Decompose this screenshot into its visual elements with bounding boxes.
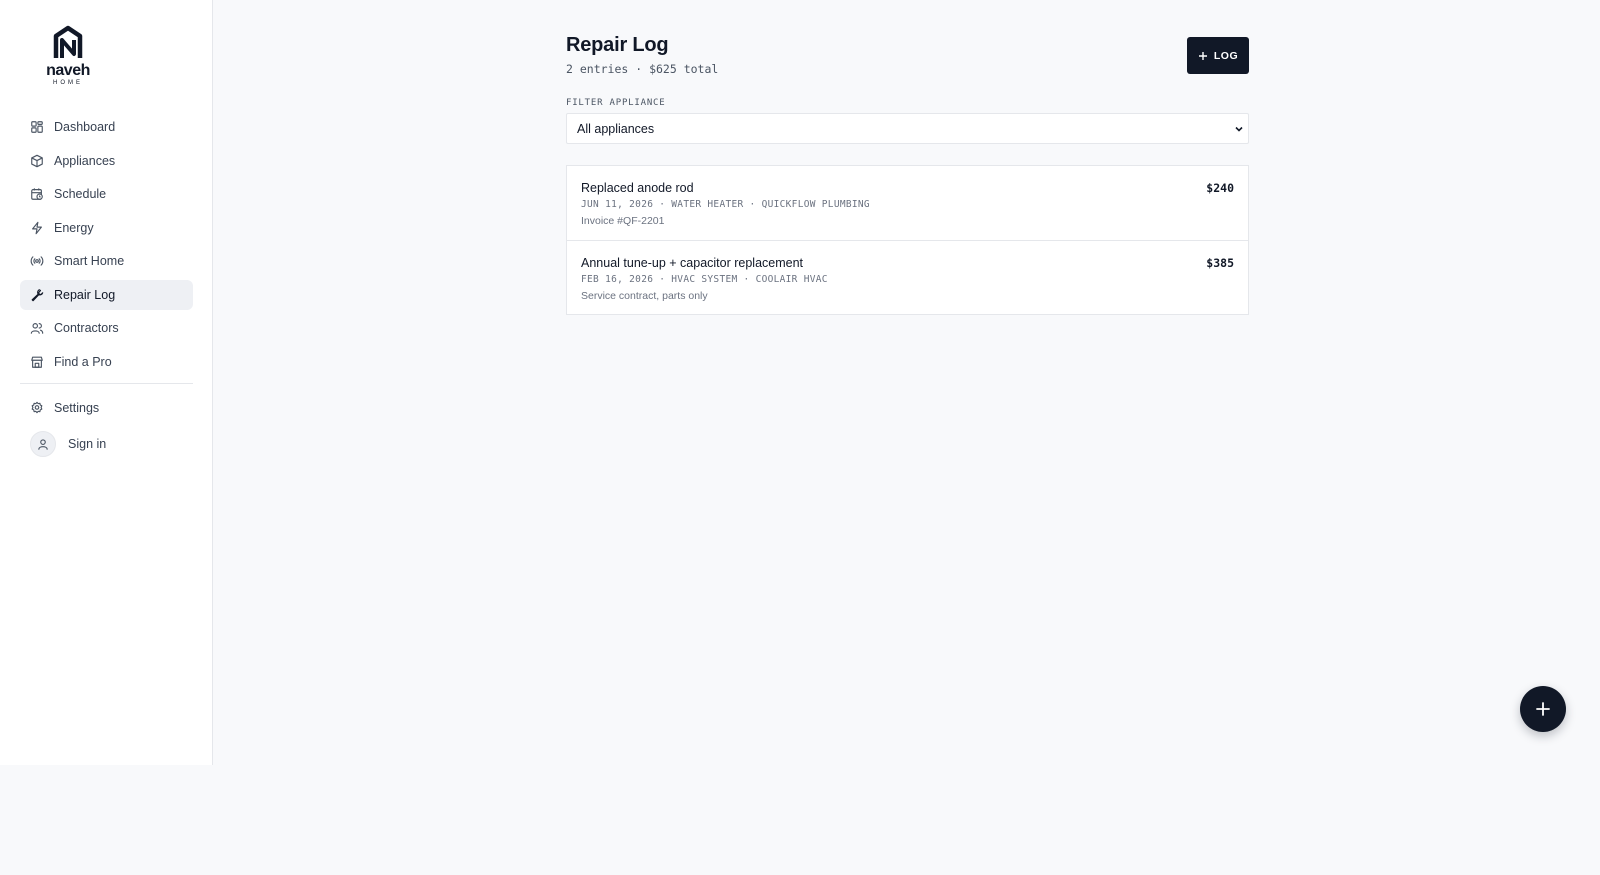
sidebar-item-schedule[interactable]: Schedule [20, 179, 193, 209]
calendar-clock-icon [30, 187, 44, 201]
users-icon [30, 321, 44, 335]
sidebar-item-label: Schedule [54, 187, 107, 201]
add-log-label: LOG [1213, 49, 1239, 62]
entry-amount: $385 [1206, 256, 1234, 270]
entry-note: Service contract, parts only [581, 290, 708, 302]
sidebar-item-dashboard[interactable]: Dashboard [20, 112, 193, 142]
appliance-filter-select[interactable]: All appliances [566, 113, 1249, 144]
brand-name: naveh [46, 62, 90, 79]
sidebar-item-label: Find a Pro [54, 354, 112, 369]
sidebar-item-appliances[interactable]: Appliances [20, 146, 193, 176]
list-item[interactable]: Replaced anode rod JUN 11, 2026 · WATER … [567, 166, 1248, 240]
sidebar-item-smart-home[interactable]: Smart Home [20, 246, 193, 276]
sidebar-nav: Dashboard Appliances Schedule Energy Sma… [20, 112, 193, 462]
sidebar-item-repair-log[interactable]: Repair Log [20, 279, 193, 310]
lightning-icon [30, 221, 44, 235]
entry-note: Invoice #QF-2201 [581, 215, 665, 227]
user-icon [38, 439, 48, 450]
list-item[interactable]: Annual tune-up + capacitor replacement F… [567, 240, 1248, 314]
box-icon [30, 154, 44, 168]
filter-selected-value: All appliances [577, 121, 655, 136]
brand-logo[interactable]: naveh HOME [38, 24, 98, 86]
sidebar-item-label: Repair Log [54, 287, 116, 302]
sidebar-item-energy[interactable]: Energy [20, 213, 193, 243]
entry-title: Annual tune-up + capacitor replacement [581, 256, 804, 270]
plus-icon [1536, 702, 1550, 716]
entry-meta: FEB 16, 2026 · HVAC SYSTEM · COOLAIR HVA… [581, 274, 828, 285]
avatar [30, 431, 56, 457]
brand-tagline: HOME [53, 80, 83, 86]
repair-entry-list: Replaced anode rod JUN 11, 2026 · WATER … [566, 165, 1249, 315]
add-log-button[interactable]: LOG [1187, 37, 1249, 74]
page-subtitle: 2 entries · $625 total [566, 62, 719, 76]
sidebar-item-label: Contractors [54, 321, 119, 335]
chevron-down-icon [1235, 126, 1243, 132]
sidebar: naveh HOME Dashboard Appliances Schedule [0, 0, 213, 765]
sign-in-label: Sign in [68, 437, 107, 451]
sidebar-item-label: Smart Home [54, 254, 125, 268]
sidebar-item-settings[interactable]: Settings [20, 393, 193, 423]
grid-icon [30, 120, 44, 134]
main-content: Repair Log 2 entries · $625 total LOG FI… [566, 34, 1249, 315]
filter-label: FILTER APPLIANCE [566, 98, 666, 108]
broadcast-icon [30, 254, 44, 268]
gear-icon [30, 401, 44, 415]
sidebar-item-contractors[interactable]: Contractors [20, 313, 193, 343]
entry-meta: JUN 11, 2026 · WATER HEATER · QUICKFLOW … [581, 199, 870, 210]
sidebar-item-label: Energy [54, 220, 94, 235]
page-title: Repair Log [566, 34, 669, 56]
sidebar-item-find-a-pro[interactable]: Find a Pro [20, 347, 193, 377]
house-n-logo-icon: naveh HOME [46, 25, 90, 86]
sidebar-item-label: Settings [54, 400, 100, 415]
store-icon [30, 355, 44, 369]
floating-add-button[interactable] [1520, 686, 1566, 732]
wrench-icon [30, 288, 44, 302]
sidebar-item-label: Appliances [54, 153, 116, 168]
sidebar-item-label: Dashboard [54, 120, 116, 134]
entry-amount: $240 [1206, 181, 1234, 195]
sign-in-button[interactable]: Sign in [20, 426, 193, 462]
sidebar-divider [20, 382, 193, 384]
entry-title: Replaced anode rod [581, 181, 694, 195]
plus-icon [1198, 51, 1207, 60]
